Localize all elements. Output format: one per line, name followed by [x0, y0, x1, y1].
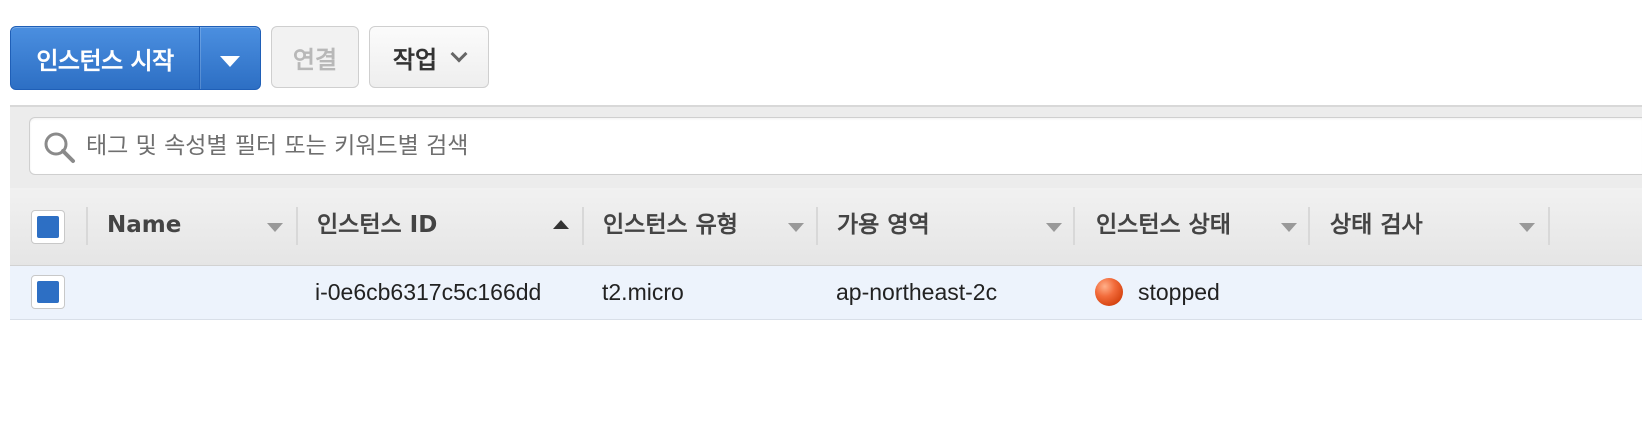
- search-icon: [44, 132, 75, 163]
- sort-ascending-icon[interactable]: [553, 220, 569, 229]
- sort-icon[interactable]: [1046, 223, 1062, 232]
- chevron-down-icon: [450, 45, 468, 63]
- search-input[interactable]: [86, 118, 1586, 174]
- table-row[interactable]: i-0e6cb6317c5c166dd t2.micro ap-northeas…: [10, 266, 1642, 320]
- column-header-name[interactable]: Name: [107, 208, 181, 242]
- column-header-status-check[interactable]: 상태 검사: [1330, 208, 1423, 242]
- column-separator: [296, 207, 298, 245]
- column-separator: [1308, 207, 1310, 245]
- instance-state-cell: stopped: [1138, 279, 1220, 305]
- row-checkbox[interactable]: [31, 275, 65, 309]
- actions-button[interactable]: 작업: [369, 26, 489, 88]
- column-header-availability-zone[interactable]: 가용 영역: [837, 208, 930, 242]
- launch-instance-dropdown-button[interactable]: [199, 27, 260, 89]
- column-header-instance-id[interactable]: 인스턴스 ID: [317, 208, 437, 242]
- table-header-row: Name 인스턴스 ID 인스턴스 유형 가용 영역 인스턴스 상태 상태 검사: [10, 188, 1642, 266]
- ec2-instances-page: 인스턴스 시작 연결 작업 Name 인스턴스 ID: [0, 0, 1642, 430]
- filter-panel: [10, 105, 1642, 190]
- column-separator: [582, 207, 584, 245]
- caret-down-icon: [220, 55, 240, 67]
- availability-zone-cell: ap-northeast-2c: [836, 279, 998, 305]
- column-header-instance-type[interactable]: 인스턴스 유형: [603, 208, 738, 242]
- launch-instance-button[interactable]: 인스턴스 시작: [11, 27, 199, 89]
- toolbar: 인스턴스 시작 연결 작업: [10, 26, 489, 90]
- column-separator: [1073, 207, 1075, 245]
- column-separator: [816, 207, 818, 245]
- sort-icon[interactable]: [1519, 223, 1535, 232]
- column-header-instance-state[interactable]: 인스턴스 상태: [1096, 208, 1231, 242]
- instance-id-cell: i-0e6cb6317c5c166dd: [315, 279, 542, 305]
- instances-table: Name 인스턴스 ID 인스턴스 유형 가용 영역 인스턴스 상태 상태 검사…: [10, 188, 1642, 320]
- launch-instance-split-button: 인스턴스 시작: [10, 26, 261, 90]
- connect-button[interactable]: 연결: [271, 26, 359, 88]
- sort-icon[interactable]: [267, 223, 283, 232]
- actions-button-label: 작업: [392, 45, 438, 74]
- sort-icon[interactable]: [1281, 223, 1297, 232]
- column-separator: [86, 207, 88, 245]
- sort-icon[interactable]: [788, 223, 804, 232]
- instance-type-cell: t2.micro: [602, 279, 684, 305]
- select-all-checkbox[interactable]: [31, 210, 65, 244]
- search-box[interactable]: [29, 117, 1642, 175]
- column-separator: [1548, 207, 1550, 245]
- stopped-status-icon: [1095, 278, 1123, 306]
